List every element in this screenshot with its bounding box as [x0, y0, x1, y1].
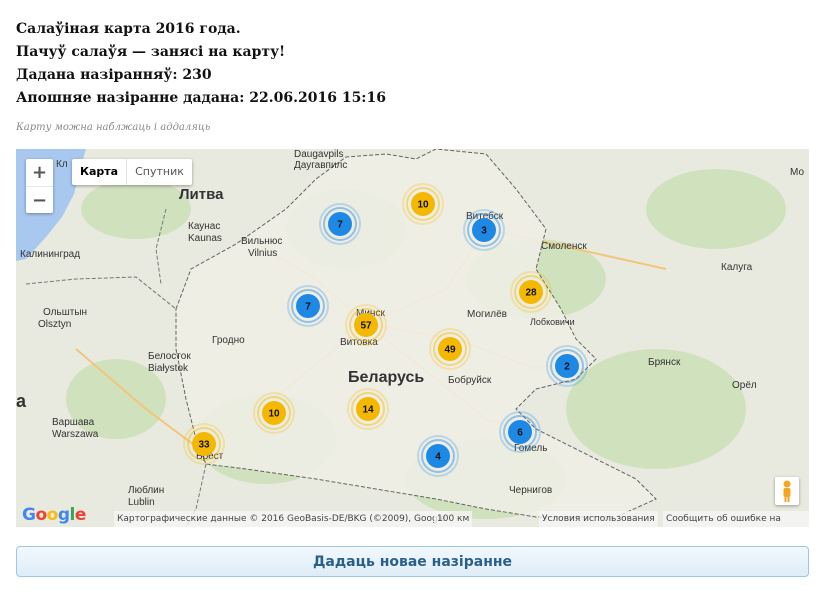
map-footer: Картографические данные © 2016 GeoBasis-… [16, 511, 809, 527]
observations-count: Дадана назіранняў: 230 [16, 67, 212, 83]
cluster-marker[interactable]: 33 [183, 423, 225, 465]
cluster-count: 7 [337, 220, 343, 231]
cluster-marker[interactable]: 6 [499, 411, 541, 453]
cluster-count: 33 [198, 440, 210, 451]
cluster-marker[interactable]: 14 [347, 388, 389, 430]
cluster-count: 2 [564, 362, 570, 373]
cluster-marker[interactable]: 7 [319, 203, 361, 245]
cluster-marker[interactable]: 7 [287, 285, 329, 327]
cluster-count: 57 [360, 321, 372, 332]
map-scale[interactable]: 100 км [434, 511, 473, 527]
cluster-marker[interactable]: 49 [429, 328, 471, 370]
zoom-out-button[interactable]: − [26, 186, 53, 213]
map-type-map-button[interactable]: Карта [72, 159, 128, 185]
cluster-marker[interactable]: 3 [463, 209, 505, 251]
terms-link[interactable]: Условия использования [539, 511, 658, 527]
call-to-action: Пачуў салаўя — занясі на карту! [16, 44, 286, 60]
report-error-link[interactable]: Сообщить об ошибке на карте [663, 511, 809, 527]
map-title: Салаўіная карта 2016 года. [16, 21, 241, 37]
cluster-marker[interactable]: 10 [402, 183, 444, 225]
info-block: Салаўіная карта 2016 года. Пачуў салаўя … [16, 18, 386, 110]
cluster-layer: 7 10 3 28 7 57 49 2 10 14 6 33 4 [183, 183, 588, 477]
cluster-count: 28 [525, 288, 537, 299]
map-canvas[interactable]: Литва Каунас Kaunas Вильнюс Vilnius Кали… [16, 149, 809, 527]
zoom-control: + − [26, 159, 53, 213]
cluster-count: 3 [481, 226, 487, 237]
last-observation: Апошняе назіранне дадана: 22.06.2016 15:… [16, 90, 386, 106]
cluster-count: 4 [435, 452, 441, 463]
zoom-in-button[interactable]: + [26, 159, 53, 186]
map-attribution: Картографические данные © 2016 GeoBasis-… [114, 511, 449, 527]
cluster-count: 10 [417, 200, 429, 211]
cluster-marker[interactable]: 2 [546, 345, 588, 387]
street-view-pegman-icon[interactable] [775, 477, 799, 505]
cluster-count: 10 [268, 409, 280, 420]
cluster-count: 6 [517, 428, 523, 439]
map-type-satellite-button[interactable]: Спутник [127, 159, 192, 185]
cluster-count: 14 [362, 405, 374, 416]
cluster-marker[interactable]: 4 [417, 435, 459, 477]
map-type-control: Карта Спутник [72, 159, 192, 185]
cluster-count: 7 [305, 302, 311, 313]
cluster-count: 49 [444, 345, 456, 356]
cluster-marker[interactable]: 28 [510, 271, 552, 313]
cluster-marker[interactable]: 57 [345, 304, 387, 346]
cluster-marker[interactable]: 10 [253, 392, 295, 434]
add-observation-button[interactable]: Дадаць новае назіранне [16, 546, 809, 577]
zoom-hint: Карту можна наблжаць і аддаляць [16, 122, 211, 133]
